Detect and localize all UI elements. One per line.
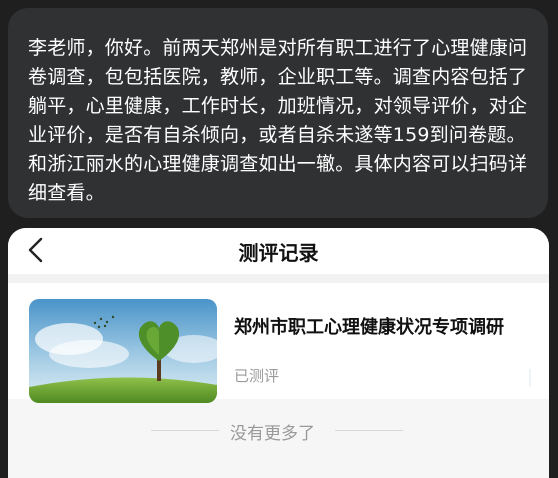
nav-bar: 测评记录: [8, 228, 549, 274]
survey-title[interactable]: 郑州市职工心理健康状况专项调研: [234, 313, 504, 339]
page-title: 测评记录: [238, 241, 319, 265]
divider: [8, 274, 549, 283]
divider-line-left: [151, 430, 219, 431]
chat-message-bubble: 李老师，你好。前两天郑州是对所有职工进行了心理健康问卷调查，包包括医院，教师，企…: [8, 8, 548, 218]
no-more-label: 没有更多了: [230, 424, 315, 444]
survey-thumbnail: [29, 299, 217, 403]
divider-line-right: [335, 430, 403, 431]
status-indicator: [529, 369, 531, 387]
message-text: 李老师，你好。前两天郑州是对所有职工进行了心理健康问卷调查，包包括医院，教师，企…: [28, 37, 528, 204]
survey-status: 已测评: [234, 367, 280, 385]
heart-tree-image: [29, 299, 217, 403]
survey-card[interactable]: 郑州市职工心理健康状况专项调研 已测评: [8, 283, 549, 403]
